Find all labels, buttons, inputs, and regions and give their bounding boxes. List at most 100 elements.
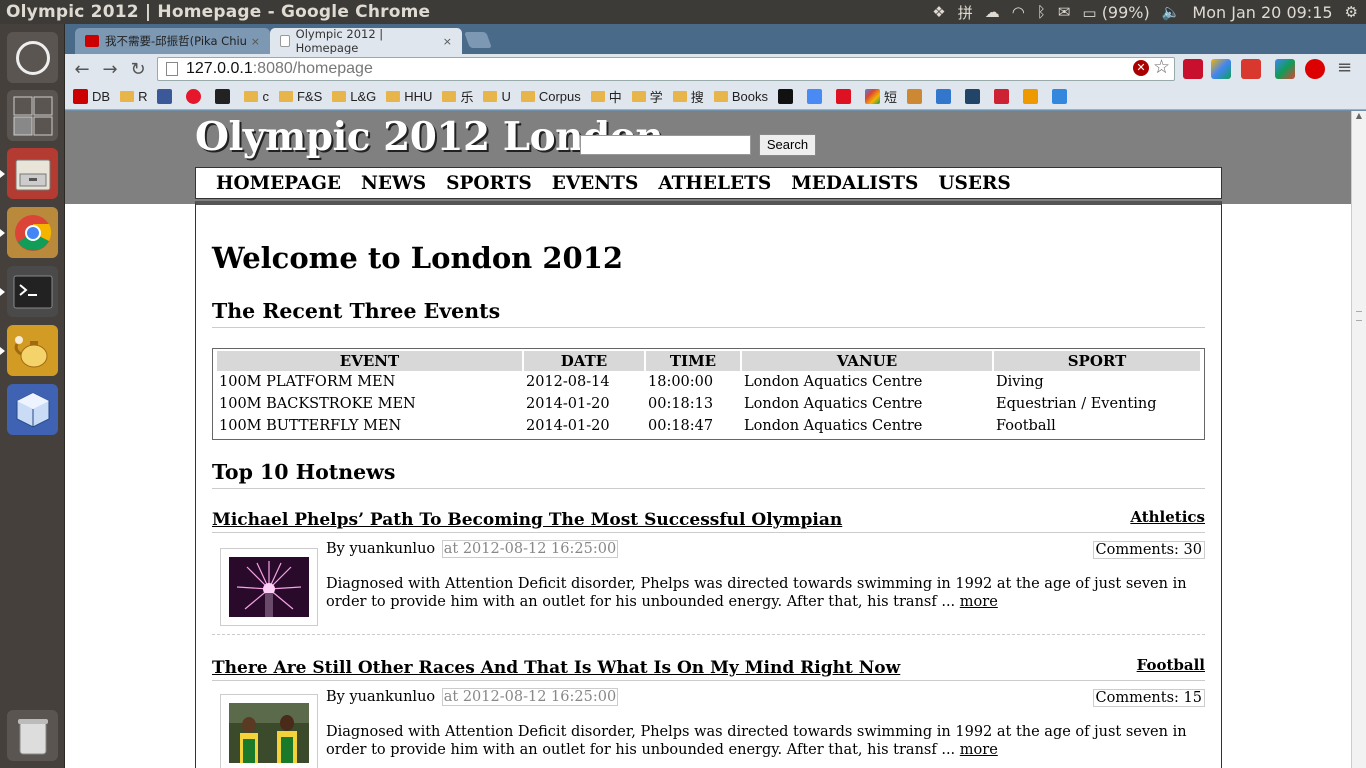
dash-home-button[interactable] <box>7 32 58 83</box>
nav-users[interactable]: USERS <box>938 173 1010 194</box>
page-icon <box>280 35 290 47</box>
bookmark-folder[interactable]: 乐 <box>442 87 473 106</box>
chrome-icon <box>14 214 51 251</box>
browser-toolbar: ← → ↻ 127.0.0.1:8080/homepage ✕ ☆ ≡ <box>65 54 1366 84</box>
table-row: 100M PLATFORM MEN 2012-08-14 18:00:00 Lo… <box>217 371 1200 393</box>
file-cabinet-icon <box>15 159 50 190</box>
table-cell: 18:00:00 <box>648 374 714 390</box>
chrome-launcher[interactable] <box>7 207 58 258</box>
bookmark-site[interactable] <box>1051 89 1071 104</box>
weibo-icon <box>186 89 202 104</box>
scroll-up-arrow-icon[interactable]: ▲ <box>1352 111 1366 120</box>
running-indicator <box>0 170 5 178</box>
forward-icon[interactable]: → <box>99 59 121 80</box>
tab-close-icon[interactable]: × <box>251 35 260 48</box>
bookmark-db[interactable]: DB <box>73 89 110 104</box>
workspace-switcher-button[interactable] <box>7 90 58 141</box>
dropbox-icon[interactable]: ❖ <box>932 3 945 21</box>
reload-icon[interactable]: ↻ <box>127 59 149 80</box>
bookmark-folder[interactable]: L&G <box>332 89 376 104</box>
page-icon <box>166 62 178 76</box>
extension-icon[interactable] <box>1211 59 1231 79</box>
news-comments-count[interactable]: Comments: 15 <box>1092 689 1205 707</box>
table-cell: Football <box>996 418 1056 434</box>
tab-close-icon[interactable]: × <box>443 35 452 48</box>
gear-icon[interactable]: ⚙ <box>1345 3 1358 21</box>
address-bar[interactable]: 127.0.0.1:8080/homepage <box>157 57 1175 81</box>
back-icon[interactable]: ← <box>71 59 93 80</box>
bookmark-folder[interactable]: F&S <box>278 89 322 104</box>
site-icon <box>1022 89 1038 104</box>
bookmark-site[interactable] <box>964 89 984 104</box>
bookmark-google[interactable]: 短 <box>864 87 897 106</box>
news-thumbnail[interactable] <box>220 694 318 768</box>
input-method-icon[interactable]: 拼 <box>958 2 973 23</box>
bookmark-folder[interactable]: Books <box>713 89 768 104</box>
bookmark-folder[interactable]: Corpus <box>520 89 581 104</box>
block-icon[interactable]: ✕ <box>1133 60 1149 76</box>
nav-events[interactable]: EVENTS <box>552 173 639 194</box>
system-tray: ❖ 拼 ☁ ◠ ᛒ ✉ ▭ (99%) 🔈 Mon Jan 20 09:15 ⚙ <box>932 2 1366 23</box>
bookmark-site[interactable] <box>835 89 855 104</box>
bookmark-site[interactable] <box>906 89 926 104</box>
more-link[interactable]: more <box>960 742 998 758</box>
mail-icon[interactable]: ✉ <box>1058 3 1071 21</box>
extension-icon[interactable] <box>1275 59 1295 79</box>
clock[interactable]: Mon Jan 20 09:15 <box>1192 3 1332 22</box>
bookmark-folder[interactable]: R <box>120 89 147 104</box>
bookmark-folder[interactable]: c <box>244 89 269 104</box>
virtualbox-launcher[interactable] <box>7 384 58 435</box>
bookmark-folder[interactable]: 搜 <box>672 87 704 106</box>
battery-indicator[interactable]: ▭ (99%) <box>1082 3 1149 22</box>
news-comments-count[interactable]: Comments: 30 <box>1092 541 1205 559</box>
bookmark-site[interactable] <box>935 89 955 104</box>
search-input[interactable] <box>580 135 751 155</box>
search-button[interactable]: Search <box>759 134 816 156</box>
bookmark-label: DB <box>92 89 111 104</box>
nav-athelets[interactable]: ATHELETS <box>658 173 771 194</box>
trash-launcher[interactable] <box>7 710 58 761</box>
table-cell: 100M BUTTERFLY MEN <box>219 418 402 434</box>
news-thumbnail[interactable] <box>220 548 318 626</box>
scrollbar-grip-icon[interactable] <box>1356 311 1362 321</box>
news-title-link[interactable]: Michael Phelps’ Path To Becoming The Mos… <box>212 510 1205 533</box>
bookmark-amazon[interactable] <box>215 89 234 104</box>
cloud-icon[interactable]: ☁ <box>985 3 1000 21</box>
bookmark-site[interactable] <box>1022 89 1042 104</box>
vertical-scrollbar[interactable]: ▲ <box>1351 111 1366 768</box>
bookmark-star-icon[interactable]: ☆ <box>1153 56 1170 78</box>
menu-icon[interactable]: ≡ <box>1337 57 1352 78</box>
terminal-launcher[interactable] <box>7 266 58 317</box>
bookmark-site[interactable] <box>777 89 797 104</box>
nav-homepage[interactable]: HOMEPAGE <box>216 173 341 194</box>
web-page: Olympic 2012 London Search HOMEPAGE NEWS… <box>65 111 1351 768</box>
bookmark-translate[interactable] <box>806 89 826 104</box>
tab-olympic-homepage[interactable]: Olympic 2012 | Homepage × <box>270 27 462 55</box>
extension-icon[interactable] <box>1241 59 1261 79</box>
recent-events-heading: The Recent Three Events <box>212 299 1205 328</box>
bookmark-folder[interactable]: HHU <box>386 89 432 104</box>
news-category-link[interactable]: Football <box>1137 656 1205 674</box>
wifi-icon[interactable]: ◠ <box>1012 3 1025 21</box>
extension-icon[interactable] <box>1183 59 1203 79</box>
new-tab-button[interactable] <box>464 32 492 48</box>
nav-sports[interactable]: SPORTS <box>446 173 532 194</box>
folder-icon <box>713 91 728 102</box>
teapot-launcher[interactable] <box>7 325 58 376</box>
bookmark-folder[interactable]: U <box>483 89 511 104</box>
news-title-link[interactable]: There Are Still Other Races And That Is … <box>212 658 1205 681</box>
bookmark-folder[interactable]: 中 <box>590 87 622 106</box>
news-category-link[interactable]: Athletics <box>1130 508 1205 526</box>
bluetooth-icon[interactable]: ᛒ <box>1037 3 1046 21</box>
tab-youtube[interactable]: 我不需要-邱振哲(Pika Chiu × <box>75 28 270 54</box>
extension-icon[interactable] <box>1305 59 1325 79</box>
nav-medalists[interactable]: MEDALISTS <box>791 173 918 194</box>
bookmark-site[interactable] <box>993 89 1013 104</box>
bookmark-folder[interactable]: 学 <box>631 87 663 106</box>
more-link[interactable]: more <box>960 594 998 610</box>
bookmark-facebook[interactable] <box>157 89 176 104</box>
nav-news[interactable]: NEWS <box>361 173 426 194</box>
files-launcher[interactable] <box>7 148 58 199</box>
volume-icon[interactable]: 🔈 <box>1162 3 1181 21</box>
bookmark-weibo[interactable] <box>186 89 205 104</box>
